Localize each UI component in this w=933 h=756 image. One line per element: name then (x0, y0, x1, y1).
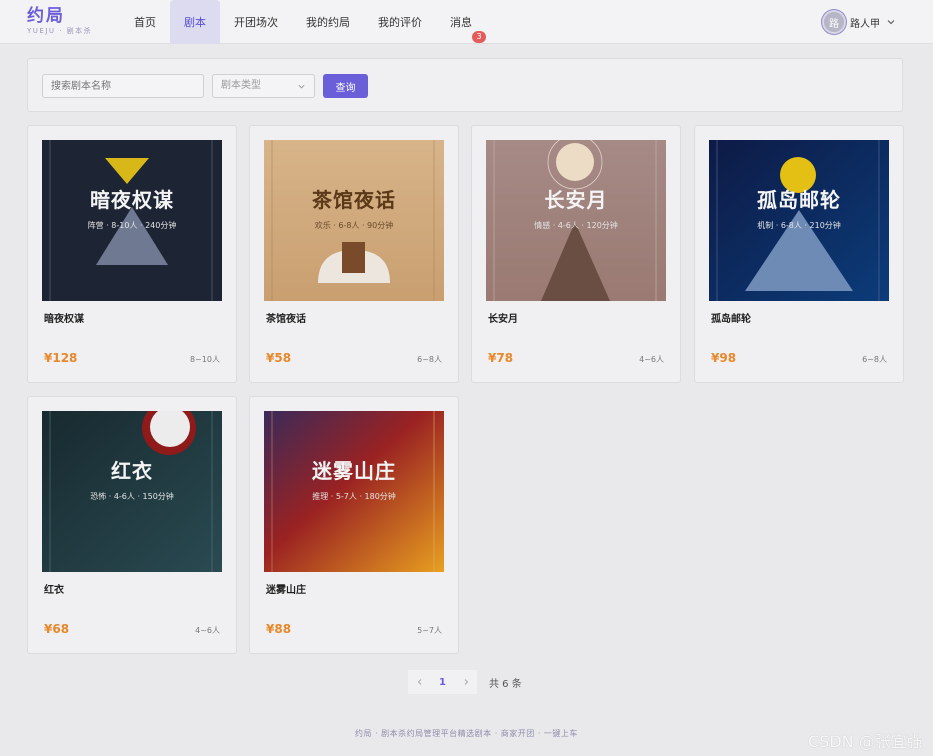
message-count-badge: 3 (472, 31, 486, 43)
watermark: CSDN @张宜强 (808, 732, 923, 751)
cover-meta: 机制 · 6-8人 · 210分钟 (757, 221, 841, 230)
next-page-button[interactable] (454, 670, 477, 694)
script-card[interactable]: 迷雾山庄 推理 · 5-7人 · 180分钟 迷雾山庄 ¥88 5~7人 (249, 396, 459, 654)
cover-title: 茶馆夜话 (312, 188, 396, 212)
script-players: 5~7人 (417, 626, 442, 635)
script-name: 茶馆夜话 (266, 314, 306, 325)
script-card[interactable]: 孤岛邮轮 机制 · 6-8人 · 210分钟 孤岛邮轮 ¥98 6~8人 (694, 125, 904, 383)
script-players: 6~8人 (417, 355, 442, 364)
script-name: 迷雾山庄 (266, 585, 306, 596)
cover-title: 红衣 (111, 459, 153, 483)
script-cover: 长安月 情感 · 4-6人 · 120分钟 (486, 140, 666, 301)
search-panel: 剧本类型 查询 (27, 58, 903, 112)
script-card[interactable]: 暗夜权谋 阵营 · 8-10人 · 240分钟 暗夜权谋 ¥128 8~10人 (27, 125, 237, 383)
script-players: 8~10人 (190, 355, 220, 364)
nav-messages[interactable]: 消息 3 (436, 0, 486, 44)
total-count: 共 6 条 (489, 678, 522, 690)
logo[interactable]: 约局 YUEJU · 剧本杀 (27, 6, 117, 40)
script-players: 4~6人 (639, 355, 664, 364)
script-card[interactable]: 红衣 恐怖 · 4-6人 · 150分钟 红衣 ¥68 4~6人 (27, 396, 237, 654)
logo-subtext: YUEJU · 剧本杀 (27, 27, 93, 35)
nav-sessions[interactable]: 开团场次 (220, 0, 292, 44)
user-menu[interactable]: 路 路人甲 (822, 9, 896, 35)
script-cover: 孤岛邮轮 机制 · 6-8人 · 210分钟 (709, 140, 889, 301)
chevron-down-icon (887, 20, 895, 25)
nav-label: 我的约局 (306, 16, 350, 29)
nav-label: 开团场次 (234, 16, 278, 29)
script-price: ¥88 (266, 622, 292, 636)
cover-meta: 推理 · 5-7人 · 180分钟 (312, 492, 396, 501)
script-price: ¥128 (44, 351, 78, 365)
cover-title: 孤岛邮轮 (757, 188, 841, 212)
script-name-search-input[interactable] (42, 74, 204, 98)
nav-scripts[interactable]: 剧本 (170, 0, 220, 44)
script-price: ¥98 (711, 351, 737, 365)
footer-text: 约局 · 剧本杀约局管理平台精选剧本 · 商家开团 · 一键上车 (355, 729, 578, 738)
pagination: 1 共 6 条 (408, 670, 522, 694)
nav-label: 剧本 (184, 16, 206, 29)
script-card[interactable]: 茶馆夜话 欢乐 · 6-8人 · 90分钟 茶馆夜话 ¥58 6~8人 (249, 125, 459, 383)
cover-meta: 恐怖 · 4-6人 · 150分钟 (90, 492, 174, 501)
select-placeholder: 剧本类型 (221, 80, 261, 91)
page-number[interactable]: 1 (431, 670, 454, 694)
script-cover: 暗夜权谋 阵营 · 8-10人 · 240分钟 (42, 140, 222, 301)
script-price: ¥58 (266, 351, 292, 365)
script-players: 4~6人 (195, 626, 220, 635)
script-name: 暗夜权谋 (44, 314, 84, 325)
cover-meta: 欢乐 · 6-8人 · 90分钟 (314, 221, 394, 230)
cover-meta: 阵营 · 8-10人 · 240分钟 (87, 221, 177, 230)
cover-title: 迷雾山庄 (312, 459, 396, 483)
prev-page-button[interactable] (408, 670, 431, 694)
script-type-select[interactable]: 剧本类型 (212, 74, 315, 98)
top-header: 约局 YUEJU · 剧本杀 首页 剧本 开团场次 我的约局 我的评价 消息 3… (0, 0, 933, 44)
main-nav: 首页 剧本 开团场次 我的约局 我的评价 消息 3 (120, 0, 486, 44)
cover-title: 暗夜权谋 (90, 188, 174, 212)
logo-text: 约局 (27, 6, 65, 26)
nav-home[interactable]: 首页 (120, 0, 170, 44)
nav-my-reviews[interactable]: 我的评价 (364, 0, 436, 44)
script-name: 孤岛邮轮 (711, 314, 751, 325)
user-name: 路人甲 (850, 18, 880, 30)
script-name: 红衣 (44, 585, 64, 596)
script-name: 长安月 (488, 314, 518, 325)
script-card[interactable]: 长安月 情感 · 4-6人 · 120分钟 长安月 ¥78 4~6人 (471, 125, 681, 383)
chevron-down-icon (298, 84, 305, 89)
nav-label: 消息 (450, 16, 472, 29)
avatar: 路 (822, 10, 846, 34)
script-cover: 红衣 恐怖 · 4-6人 · 150分钟 (42, 411, 222, 572)
nav-my-bookings[interactable]: 我的约局 (292, 0, 364, 44)
script-price: ¥68 (44, 622, 70, 636)
query-button[interactable]: 查询 (323, 74, 368, 98)
nav-label: 首页 (134, 16, 156, 29)
script-cover: 茶馆夜话 欢乐 · 6-8人 · 90分钟 (264, 140, 444, 301)
nav-label: 我的评价 (378, 16, 422, 29)
script-cover: 迷雾山庄 推理 · 5-7人 · 180分钟 (264, 411, 444, 572)
chevron-left-icon (417, 679, 421, 685)
cover-meta: 情感 · 4-6人 · 120分钟 (534, 221, 618, 230)
script-price: ¥78 (488, 351, 514, 365)
cover-title: 长安月 (544, 188, 608, 212)
chevron-right-icon (464, 679, 468, 685)
script-players: 6~8人 (862, 355, 887, 364)
